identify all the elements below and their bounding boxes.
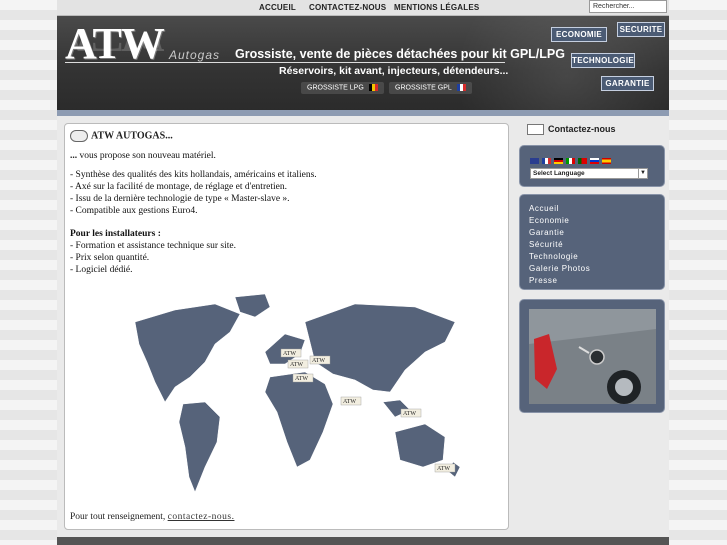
feature-line: - Synthèse des qualités des kits holland…: [70, 170, 317, 180]
language-select[interactable]: Select Language ▼: [530, 168, 648, 179]
page-wrapper: ACCUEIL CONTACTEZ-NOUS MENTIONS LÉGALES …: [57, 0, 669, 545]
car-icon: [70, 130, 88, 142]
installer-line: - Formation et assistance technique sur …: [70, 241, 236, 251]
greenland-shape: [234, 293, 271, 318]
south-america-shape: [178, 401, 221, 493]
top-navigation: ACCUEIL CONTACTEZ-NOUS MENTIONS LÉGALES: [57, 0, 669, 16]
sidebar-contact-label: Contactez-nous: [548, 124, 616, 134]
spain-flag-icon[interactable]: [602, 158, 611, 164]
sidebar-item-economie[interactable]: Economie: [529, 216, 569, 225]
grossiste-lpg-link[interactable]: GROSSISTE LPG: [301, 82, 384, 94]
envelope-icon: [527, 124, 544, 136]
sidebar-menu: Accueil Economie Garantie Sécurité Techn…: [519, 194, 665, 290]
car-photo-graphic: [529, 309, 656, 404]
intro-text: ... vous propose son nouveau matériel.: [70, 150, 216, 162]
map-marker: ATW: [280, 348, 302, 358]
map-marker: ATW: [309, 355, 331, 365]
footer-text: Pour tout renseignement,: [70, 512, 168, 522]
feature-line: - Compatible aux gestions Euro4.: [70, 206, 198, 216]
svg-text:ATW: ATW: [283, 351, 296, 357]
grossiste-gpl-label: GROSSISTE GPL: [395, 84, 452, 92]
language-select-value: Select Language: [533, 170, 585, 177]
technologie-button[interactable]: TECHNOLOGIE: [571, 53, 635, 68]
svg-text:ATW: ATW: [403, 411, 416, 417]
nav-mentions-legales[interactable]: MENTIONS LÉGALES: [394, 3, 479, 12]
svg-text:ATW: ATW: [343, 399, 356, 405]
content-title-row: ATW AUTOGAS...: [70, 130, 173, 142]
russia-flag-icon[interactable]: [590, 158, 599, 164]
banner-accent-bar: [57, 110, 669, 116]
africa-shape: [264, 371, 334, 468]
installer-line: - Logiciel dédié.: [70, 265, 133, 275]
sidebar-item-galerie-photos[interactable]: Galerie Photos: [529, 264, 590, 273]
map-marker: ATW: [340, 396, 362, 406]
svg-text:ATW: ATW: [437, 466, 450, 472]
banner-subtagline: Réservoirs, kit avant, injecteurs, déten…: [279, 65, 509, 77]
installer-line: - Prix selon quantité.: [70, 253, 150, 263]
france-flag-icon: [456, 84, 466, 91]
content-title: ATW AUTOGAS...: [91, 130, 173, 142]
italy-flag-icon[interactable]: [566, 158, 575, 164]
sidebar-item-presse[interactable]: Presse: [529, 276, 558, 285]
installers-heading: Pour les installateurs :: [70, 229, 161, 239]
chevron-down-icon[interactable]: ▼: [638, 169, 647, 178]
nav-accueil[interactable]: ACCUEIL: [259, 3, 296, 12]
grossiste-gpl-link[interactable]: GROSSISTE GPL: [389, 82, 472, 94]
germany-flag-icon[interactable]: [554, 158, 563, 164]
banner-tagline: Grossiste, vente de pièces détachées pou…: [235, 47, 565, 61]
header-banner: ATW ATW Autogas Grossiste, vente de pièc…: [57, 16, 669, 116]
grossiste-lpg-label: GROSSISTE LPG: [307, 84, 364, 92]
logo-reflection: ATW: [65, 40, 164, 62]
sidebar-item-technologie[interactable]: Technologie: [529, 252, 578, 261]
map-marker: ATW: [434, 463, 456, 473]
sidebar-item-securite[interactable]: Sécurité: [529, 240, 563, 249]
language-flags: [530, 155, 614, 167]
world-map: ATW ATW ATW ATW ATW ATW ATW: [134, 293, 461, 493]
sidebar-contact[interactable]: Contactez-nous: [527, 124, 616, 136]
banner-divider: [65, 62, 505, 63]
map-marker: ATW: [292, 373, 314, 383]
sidebar-item-garantie[interactable]: Garantie: [529, 228, 564, 237]
economie-button[interactable]: ECONOMIE: [551, 27, 607, 42]
svg-text:ATW: ATW: [312, 358, 325, 364]
sidebar-item-accueil[interactable]: Accueil: [529, 204, 559, 213]
language-box: Select Language ▼: [519, 145, 665, 187]
footer-bar: [57, 537, 669, 545]
svg-text:ATW: ATW: [295, 376, 308, 382]
logo-subtitle: Autogas: [169, 48, 221, 62]
feature-line: - Axé sur la facilité de montage, de rég…: [70, 182, 287, 192]
france-flag-icon[interactable]: [542, 158, 551, 164]
belgium-flag-icon: [368, 84, 378, 91]
nav-contactez-nous[interactable]: CONTACTEZ-NOUS: [309, 3, 386, 12]
garantie-button[interactable]: GARANTIE: [601, 76, 654, 91]
uk-flag-icon[interactable]: [530, 158, 539, 164]
portugal-flag-icon[interactable]: [578, 158, 587, 164]
contact-footer: Pour tout renseignement, contactez-nous.: [70, 512, 234, 522]
main-content-panel: ATW AUTOGAS... ... vous propose son nouv…: [64, 123, 509, 530]
intro-body: vous propose son nouveau matériel.: [77, 151, 216, 161]
svg-text:ATW: ATW: [290, 362, 303, 368]
australia-shape: [394, 423, 446, 468]
contact-link[interactable]: contactez-nous.: [168, 512, 235, 522]
map-marker: ATW: [400, 408, 422, 418]
securite-button[interactable]: SECURITE: [617, 22, 665, 37]
map-marker: ATW: [287, 359, 309, 369]
north-america-shape: [134, 303, 241, 403]
search-input[interactable]: [589, 0, 667, 13]
asia-shape: [304, 303, 456, 393]
car-photo[interactable]: [529, 309, 656, 404]
photo-box: [519, 299, 665, 413]
feature-line: - Issu de la dernière technologie de typ…: [70, 194, 290, 204]
